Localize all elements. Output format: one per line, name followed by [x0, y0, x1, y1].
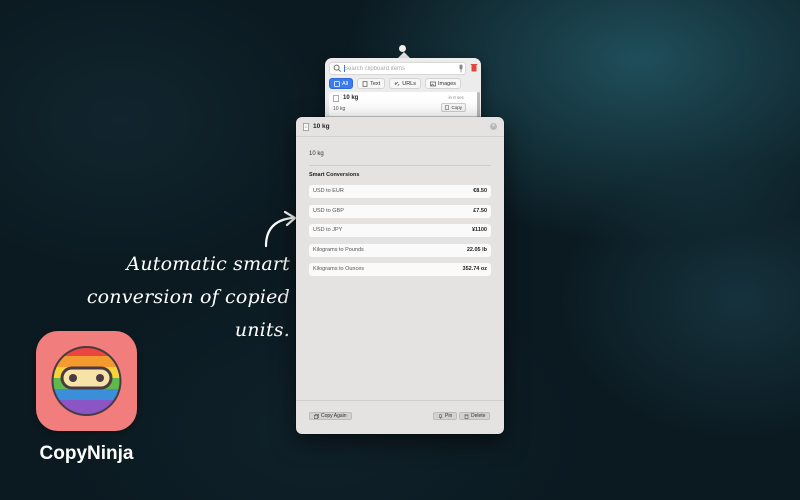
conversion-row[interactable]: Kilograms to Ounces 352.74 oz	[309, 263, 491, 276]
clip-detail-panel: 10 kg × 10 kg Smart Conversions USD to E…	[296, 117, 504, 434]
copy-icon	[314, 413, 319, 419]
filter-tab-images[interactable]: Images	[424, 78, 462, 89]
delete-label: Delete	[471, 413, 486, 419]
filter-tab-urls[interactable]: URLs	[389, 78, 421, 89]
conversion-label: Kilograms to Pounds	[313, 246, 364, 253]
scrollbar[interactable]	[477, 92, 480, 118]
pin-label: Pin	[445, 413, 453, 419]
conversion-value: ¥1100	[472, 227, 487, 233]
clip-content: 10 kg	[309, 151, 324, 157]
footer-divider	[296, 400, 504, 401]
ninja-logo-icon	[51, 346, 122, 416]
text-icon	[362, 80, 368, 87]
search-icon	[333, 64, 341, 72]
conversion-value: 352.74 oz	[462, 266, 487, 272]
pin-icon[interactable]	[457, 64, 465, 73]
clip-title: 10 kg	[343, 95, 359, 101]
conversion-label: Kilograms to Ounces	[313, 266, 365, 272]
clip-timestamp: in 0 sec	[448, 95, 464, 100]
clipboard-popover: All Text URLs Images 10 kg in 0 sec 10 k…	[325, 58, 481, 122]
conversion-label: USD to GBP	[313, 207, 344, 214]
copy-button[interactable]: Copy	[441, 103, 466, 112]
conversion-label: USD to EUR	[313, 188, 344, 194]
trash-icon	[464, 414, 469, 419]
conversion-value: €8.50	[473, 188, 487, 194]
clipboard-item[interactable]: 10 kg in 0 sec 10 kg Copy	[329, 92, 478, 116]
copy-icon	[445, 105, 450, 110]
filter-tab-text[interactable]: Text	[357, 78, 386, 89]
conversion-row[interactable]: USD to EUR €8.50	[309, 185, 491, 198]
conversion-value: 22.05 lb	[466, 246, 487, 253]
document-icon	[303, 123, 309, 131]
image-icon	[430, 81, 436, 86]
conversion-label: USD to JPY	[313, 227, 343, 233]
filter-tab-label: Images	[437, 80, 457, 87]
app-icon	[36, 331, 137, 431]
divider	[309, 165, 491, 166]
conversions-heading: Smart Conversions	[309, 172, 360, 178]
document-icon	[333, 95, 339, 102]
copy-button-label: Copy	[451, 105, 462, 110]
app-name: CopyNinja	[39, 443, 134, 464]
conversion-value: £7.50	[473, 207, 487, 214]
filter-tab-label: URLs	[402, 80, 416, 87]
conversion-row[interactable]: USD to JPY ¥1100	[309, 224, 491, 237]
filter-tabs: All Text URLs Images	[329, 78, 462, 89]
marketing-line-1: Automatic smart	[126, 253, 290, 275]
conversions-list: USD to EUR €8.50 USD to GBP £7.50 USD to…	[309, 185, 491, 283]
clip-preview: 10 kg	[333, 106, 346, 112]
grid-icon	[334, 80, 340, 87]
link-icon	[394, 81, 400, 86]
copy-again-label: Copy Again	[321, 413, 347, 419]
filter-tab-label: Text	[370, 80, 381, 87]
filter-tab-all[interactable]: All	[329, 78, 354, 89]
copy-again-button[interactable]: Copy Again	[309, 412, 352, 420]
clear-all-trash-icon[interactable]	[470, 63, 478, 72]
pin-button[interactable]: Pin	[433, 412, 458, 420]
pin-icon	[438, 413, 443, 419]
detail-title: 10 kg	[313, 123, 330, 130]
delete-button[interactable]: Delete	[459, 412, 491, 420]
filter-tab-label: All	[342, 80, 349, 87]
detail-header: 10 kg ×	[296, 117, 504, 137]
conversion-row[interactable]: USD to GBP £7.50	[309, 204, 491, 218]
close-icon[interactable]: ×	[490, 123, 497, 130]
conversion-row[interactable]: Kilograms to Pounds 22.05 lb	[309, 243, 491, 257]
search-input[interactable]	[344, 63, 444, 74]
search-bar[interactable]	[329, 62, 466, 75]
